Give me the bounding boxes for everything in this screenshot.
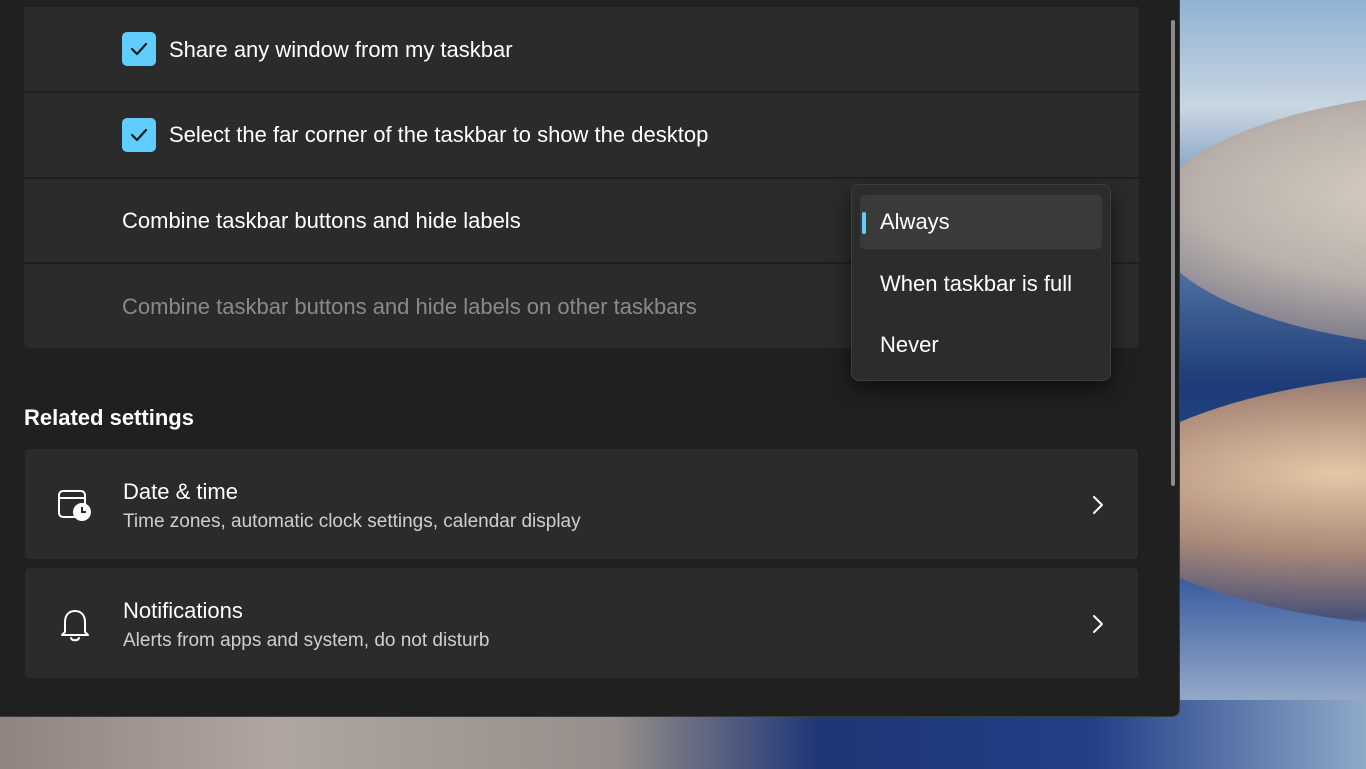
far-corner-label: Select the far corner of the taskbar to … [169,122,709,147]
related-settings-heading: Related settings [24,405,194,430]
combine-buttons-dropdown: Always When taskbar is full Never [851,184,1111,381]
settings-window: Share any window from my taskbar Select … [0,0,1180,717]
share-window-label: Share any window from my taskbar [169,37,513,62]
selection-indicator [862,212,866,234]
bell-icon [61,610,89,642]
share-window-checkbox[interactable] [122,32,156,66]
chevron-right-icon [1093,496,1103,514]
checkmark-icon [130,42,148,56]
far-corner-checkbox[interactable] [122,118,156,152]
dropdown-option-when-full[interactable]: When taskbar is full [860,257,1102,311]
scrollbar-thumb[interactable] [1171,20,1175,486]
share-window-row[interactable]: Share any window from my taskbar [24,7,1139,92]
date-time-link[interactable]: Date & time Time zones, automatic clock … [24,448,1139,560]
option-label: When taskbar is full [880,271,1072,296]
combine-buttons-label: Combine taskbar buttons and hide labels [122,208,521,233]
date-time-subtitle: Time zones, automatic clock settings, ca… [123,511,581,532]
combine-other-label: Combine taskbar buttons and hide labels … [122,294,697,319]
option-label: Never [880,332,939,357]
dropdown-option-always[interactable]: Always [860,195,1102,249]
far-corner-row[interactable]: Select the far corner of the taskbar to … [24,93,1139,178]
notifications-title: Notifications [123,598,243,623]
notifications-subtitle: Alerts from apps and system, do not dist… [123,630,490,651]
checkmark-icon [130,128,148,142]
date-time-title: Date & time [123,479,238,504]
calendar-clock-icon [58,490,91,521]
chevron-right-icon [1093,615,1103,633]
notifications-link[interactable]: Notifications Alerts from apps and syste… [24,567,1139,679]
option-label: Always [880,209,950,234]
dropdown-option-never[interactable]: Never [860,318,1102,372]
